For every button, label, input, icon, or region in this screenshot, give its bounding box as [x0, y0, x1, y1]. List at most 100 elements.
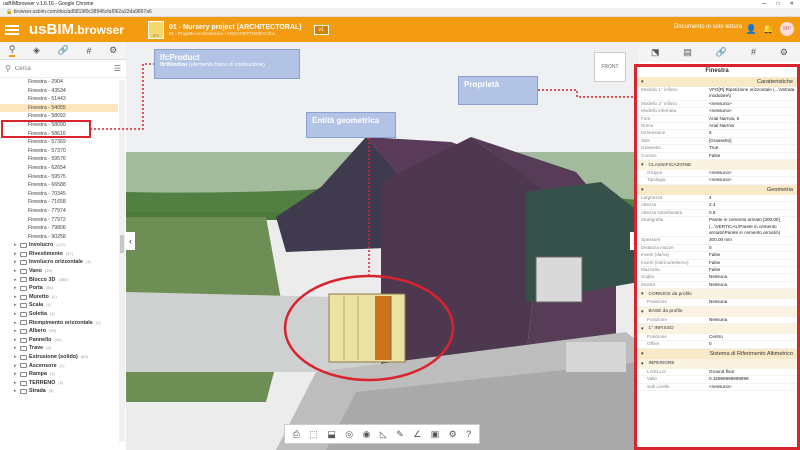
tree-item[interactable]: Finestra - 57370	[0, 147, 118, 156]
collapse-arrow-icon[interactable]: ▾	[641, 79, 644, 85]
property-row[interactable]: Valle 0.15999999999999	[637, 376, 797, 384]
tree-item[interactable]: Finestra - 54055	[0, 103, 118, 113]
property-row[interactable]: Mostra Nessuna	[637, 282, 797, 290]
collapse-arrow-icon[interactable]: ▾	[641, 309, 644, 315]
property-row[interactable]: Larghezza 4	[637, 195, 797, 203]
camera-icon[interactable]: ⎙	[293, 429, 300, 440]
tree-folder[interactable]: ▸ Rivestimento (27)	[0, 250, 118, 259]
property-row[interactable]: Gruppo <nessuno>	[637, 170, 797, 178]
collapse-arrow-icon[interactable]: ▾	[641, 361, 644, 367]
filter-icon[interactable]: ☰	[114, 64, 121, 73]
property-row[interactable]: Corsivo False	[637, 153, 797, 161]
minimize-icon[interactable]: —	[762, 1, 767, 7]
left-scrollbar[interactable]	[119, 80, 125, 442]
tab-document-icon[interactable]: ▤	[683, 47, 692, 58]
tree-folder[interactable]: ▸ Pannello (16)	[0, 336, 118, 345]
tree-item[interactable]: Finestra - 90258	[0, 233, 118, 242]
property-row[interactable]: Modello inferriata <nessuno>	[637, 108, 797, 116]
avatar[interactable]: MP	[780, 22, 794, 36]
tree-item[interactable]: Finestra - 57369	[0, 138, 118, 147]
tree-folder[interactable]: ▸ Blocco 3D (350)	[0, 276, 118, 285]
property-row[interactable]: Grassetto True	[637, 145, 797, 153]
tree-item[interactable]: Finestra - 59575	[0, 173, 118, 182]
collapse-left-icon[interactable]: ‹	[126, 232, 135, 250]
notification-bell-icon[interactable]: 🔔	[763, 24, 774, 35]
subsection-header[interactable]: ▾ BASE da profilo	[637, 306, 797, 317]
tree-folder[interactable]: ▸ Strada (3)	[0, 387, 118, 396]
property-row[interactable]: Posizione Nessuna	[637, 299, 797, 307]
tree-folder[interactable]: ▸ TERRENO (1)	[0, 379, 118, 388]
tree-folder[interactable]: ▸ Involucro (317)	[0, 241, 118, 250]
tree-item[interactable]: Finestra - 66588	[0, 181, 118, 190]
tab-layers-icon[interactable]: ◈	[33, 45, 40, 56]
tree-item[interactable]: Finestra - 58092	[0, 112, 118, 121]
property-row[interactable]: Tipologia <nessuno>	[637, 177, 797, 185]
subsection-header[interactable]: ▾ CORNICE da profilo	[637, 289, 797, 300]
tab-settings-icon[interactable]: ⚙	[109, 45, 117, 56]
tree-item[interactable]: Finestra - 51443	[0, 95, 118, 104]
maximize-icon[interactable]: □	[777, 1, 780, 7]
property-row[interactable]: Dimensione 6	[637, 130, 797, 138]
markup-icon[interactable]: ✎	[396, 429, 404, 440]
tab-model-tree-icon[interactable]: ⚲	[8, 44, 16, 57]
collapse-arrow-icon[interactable]: ▾	[641, 291, 644, 297]
tree-folder[interactable]: ▸ Riempimento orizzontale (1)	[0, 319, 118, 328]
image-icon[interactable]: ▣	[431, 429, 440, 440]
tree-folder[interactable]: ▸ Involucro orizzontale (3)	[0, 258, 118, 267]
close-icon[interactable]: ✕	[790, 1, 794, 7]
tree-folder[interactable]: ▸ Scala (1)	[0, 301, 118, 310]
property-row[interactable]: Soglia Nessuna	[637, 274, 797, 282]
tree-item[interactable]: Finestra - 77974	[0, 207, 118, 216]
collapse-arrow-icon[interactable]: ▾	[641, 351, 644, 357]
collapse-arrow-icon[interactable]: ▾	[641, 326, 644, 332]
collapse-arrow-icon[interactable]: ▾	[641, 162, 644, 168]
property-row[interactable]: Stile [Grassetto]	[637, 138, 797, 146]
tab-hash-icon[interactable]: #	[86, 46, 91, 56]
user-icon[interactable]: 👤	[746, 24, 757, 35]
tree-item[interactable]: Finestra - 2904	[0, 78, 118, 87]
tree-item[interactable]: Finestra - 79806	[0, 224, 118, 233]
tab-link-icon[interactable]: 🔗	[716, 47, 727, 58]
subsection-header[interactable]: ▾ CLASSIFICAZIONE	[637, 160, 797, 171]
tree-folder[interactable]: ▸ Porta (58)	[0, 284, 118, 293]
collapse-arrow-icon[interactable]: ▾	[641, 187, 644, 193]
tree-item[interactable]: Finestra - 58090	[0, 121, 118, 130]
tree-folder[interactable]: ▸ Soletta (4)	[0, 310, 118, 319]
section-box-icon[interactable]: ⬓	[327, 429, 336, 440]
property-row[interactable]: Offset 0	[637, 341, 797, 349]
property-row[interactable]: Distanza mazze 0	[637, 245, 797, 253]
menu-icon[interactable]	[5, 24, 19, 35]
section-header[interactable]: ▾ Geometria	[637, 184, 797, 195]
tree-folder[interactable]: ▸ Trave (3)	[0, 344, 118, 353]
property-row[interactable]: Altezza 2.4	[637, 202, 797, 210]
tree-folder[interactable]: ▸ Ascensore (1)	[0, 362, 118, 371]
tree-item[interactable]: Finestra - 58616	[0, 130, 118, 139]
property-row[interactable]: Posizione Centro	[637, 334, 797, 342]
tab-gear-icon-right[interactable]: ⚙	[780, 47, 788, 58]
search-input[interactable]	[14, 65, 105, 72]
tree-item[interactable]: Finestra - 59576	[0, 155, 118, 164]
property-row[interactable]: Modello 2° infisso <nessuno>	[637, 101, 797, 109]
property-row[interactable]: Modello 1° infisso VFO[R] Ripetizione ori…	[637, 87, 797, 101]
property-row[interactable]: Altezza sottofinestra 0.9	[637, 210, 797, 218]
property-row[interactable]: Stratigrafia Parete in cemento armato [30…	[637, 217, 797, 238]
tab-properties-icon[interactable]: ⬔	[651, 47, 660, 58]
property-row[interactable]: Font Arial Narrow, 6	[637, 116, 797, 124]
tree-folder[interactable]: ▸ Rampa (1)	[0, 370, 118, 379]
tree-item[interactable]: Finestra - 62654	[0, 164, 118, 173]
section-header[interactable]: ▾ Sistema di Riferimento Altimetrico	[637, 348, 797, 359]
property-row[interactable]: Inverti (da/va) False	[637, 252, 797, 260]
tree-folder[interactable]: ▸ Albero (99)	[0, 327, 118, 336]
walk-icon[interactable]: ◎	[345, 429, 353, 440]
tree-folder[interactable]: ▸ Estrusione (solido) (69)	[0, 353, 118, 362]
url-text[interactable]: browser.usbim.com/doc/ad5819f0c38946cfaf…	[14, 9, 152, 15]
tree-item[interactable]: Finestra - 77972	[0, 216, 118, 225]
tree-folder[interactable]: ▸ Vano (29)	[0, 267, 118, 276]
section-header[interactable]: ▾ Caratteristiche	[637, 77, 797, 87]
settings-icon[interactable]: ⚙	[449, 429, 457, 440]
isolate-icon[interactable]: ◉	[363, 429, 371, 440]
3d-scene[interactable]	[126, 42, 639, 450]
view-cube[interactable]: FRONT	[594, 52, 626, 82]
measure-icon[interactable]: ◺	[380, 429, 387, 440]
tree-item[interactable]: Finestra - 71658	[0, 198, 118, 207]
